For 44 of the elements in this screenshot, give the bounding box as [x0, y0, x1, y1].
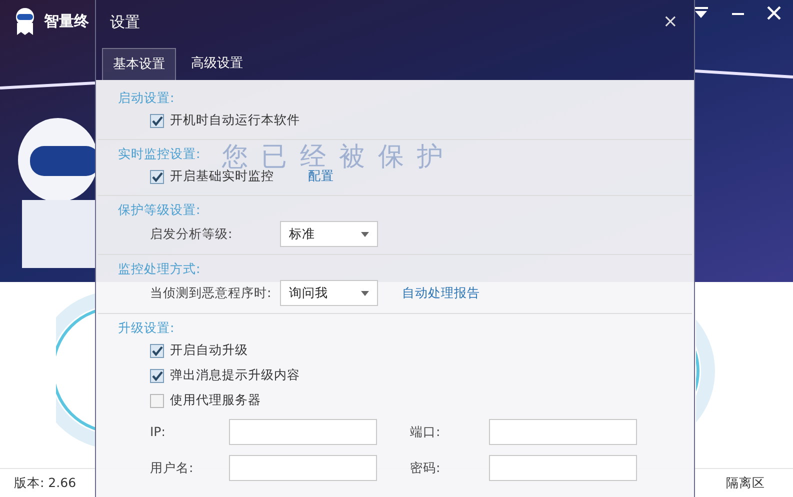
caret-icon [361, 232, 369, 236]
input-field[interactable] [229, 455, 377, 481]
app-title: 智量终 [44, 10, 89, 32]
dropdown[interactable]: 标准 [280, 221, 378, 247]
input-field[interactable] [229, 419, 377, 445]
dropdown-menu-icon[interactable] [693, 6, 709, 20]
checkbox-label: 开启基础实时监控 [170, 168, 274, 186]
dialog-title: 设置 [110, 12, 140, 33]
check-icon [152, 172, 162, 182]
tab[interactable]: 基本设置 [102, 48, 176, 80]
close-button[interactable]: × [662, 13, 678, 31]
field-label: 端口: [410, 422, 442, 441]
field-label: 当侦测到恶意程序时: [150, 284, 272, 302]
field-label: IP: [150, 422, 166, 441]
dropdown[interactable]: 询问我 [280, 280, 378, 306]
check-icon [152, 116, 162, 126]
quarantine-link[interactable]: 隔离区 [726, 474, 765, 492]
report-link[interactable]: 自动处理报告 [402, 284, 480, 302]
version-label: 版本: 2.66 [14, 474, 76, 492]
tab[interactable]: 高级设置 [180, 48, 254, 80]
checkbox-label: 开启自动升级 [170, 341, 248, 360]
checkbox[interactable] [150, 114, 164, 128]
input-field[interactable] [489, 419, 637, 445]
checkbox-label: 开机时自动运行本软件 [170, 111, 300, 130]
close-icon[interactable] [767, 6, 781, 20]
section-title: 保护等级设置: [118, 200, 200, 219]
section-title: 启动设置: [118, 88, 174, 107]
robot-logo-icon [14, 6, 36, 36]
checkbox[interactable] [150, 170, 164, 184]
field-label: 密码: [410, 458, 442, 477]
section-title: 监控处理方式: [118, 260, 200, 278]
checkbox[interactable] [150, 344, 164, 358]
checkbox[interactable] [150, 394, 164, 408]
field-label: 启发分析等级: [150, 224, 234, 243]
checkbox-label: 使用代理服务器 [170, 391, 261, 410]
check-icon [152, 346, 162, 356]
caret-icon [361, 290, 369, 296]
checkbox-label: 弹出消息提示升级内容 [170, 366, 300, 384]
checkbox[interactable] [150, 368, 164, 382]
section-title: 升级设置: [118, 318, 174, 337]
input-field[interactable] [489, 455, 637, 481]
check-icon [152, 370, 162, 380]
section-title: 实时监控设置: [118, 144, 200, 163]
field-label: 用户名: [150, 458, 194, 477]
